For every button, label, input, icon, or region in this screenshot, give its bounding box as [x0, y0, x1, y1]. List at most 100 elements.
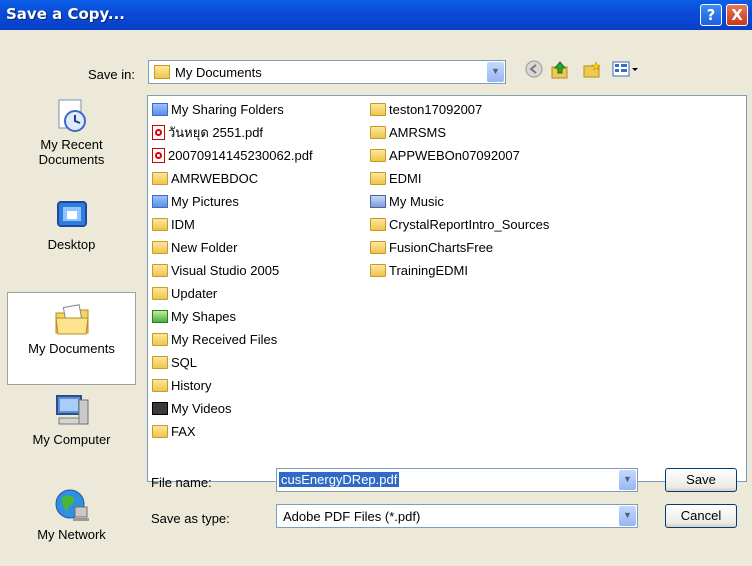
folder-icon — [152, 425, 168, 439]
file-list-item[interactable]: TrainingEDMI — [370, 261, 468, 281]
place-my-network[interactable]: My Network — [7, 487, 136, 562]
save-as-type-value: Adobe PDF Files (*.pdf) — [283, 509, 421, 524]
place-label: Desktop — [47, 237, 96, 252]
place-label: My Recent Documents — [38, 137, 105, 167]
folder-icon — [152, 287, 168, 301]
place-my-computer[interactable]: My Computer — [7, 392, 136, 472]
file-list-item[interactable]: New Folder — [152, 238, 237, 258]
file-name-text: AMRWEBDOC — [171, 171, 259, 186]
file-list-item[interactable]: teston17092007 — [370, 100, 482, 120]
file-list[interactable]: My Sharing Folders วันหยุด 2551.pdf 200709… — [147, 95, 747, 482]
new-folder-icon[interactable] — [582, 60, 602, 80]
title-bar[interactable]: Save a Copy... ? X — [0, 0, 752, 30]
file-list-item[interactable]: My Videos — [152, 399, 231, 419]
place-label: My Documents — [28, 341, 115, 356]
file-name-text: teston17092007 — [389, 102, 483, 117]
file-name-text: My Pictures — [171, 194, 239, 209]
special-folder-icon — [152, 310, 168, 324]
folder-icon — [370, 264, 386, 278]
my-documents-icon — [53, 301, 91, 339]
file-list-item[interactable]: IDM — [152, 215, 195, 235]
folder-icon — [370, 149, 386, 163]
file-list-item[interactable]: Visual Studio 2005 — [152, 261, 279, 281]
file-list-item[interactable]: My Pictures — [152, 192, 239, 212]
file-name-text: TrainingEDMI — [389, 263, 468, 278]
file-list-item[interactable]: AMRWEBDOC — [152, 169, 258, 189]
folder-icon — [152, 333, 168, 347]
chevron-down-icon[interactable]: ▼ — [487, 62, 504, 82]
file-list-item[interactable]: History — [152, 376, 211, 396]
save-in-label: Save in: — [88, 67, 135, 82]
file-name-text: My Music — [389, 194, 444, 209]
file-name-text: AMRSMS — [389, 125, 447, 140]
file-name-text: APPWEBOn07092007 — [389, 148, 520, 163]
file-list-item[interactable]: EDMI — [370, 169, 422, 189]
recent-documents-icon — [53, 97, 91, 135]
file-name-label: File name: — [151, 475, 212, 490]
save-as-type-dropdown[interactable]: Adobe PDF Files (*.pdf) ▼ — [276, 504, 638, 528]
close-button[interactable]: X — [726, 4, 748, 26]
file-name-text: SQL — [171, 355, 198, 370]
file-list-item[interactable]: CrystalReportIntro_Sources — [370, 215, 549, 235]
folder-icon — [152, 379, 168, 393]
place-label: My Network — [37, 527, 106, 542]
file-name-value: cusEnergyDRep.pdf — [279, 472, 400, 487]
file-name-text: 20070914145230062.pdf — [168, 148, 313, 163]
special-folder-icon — [152, 402, 168, 416]
up-folder-icon[interactable] — [550, 60, 570, 80]
special-folder-icon — [370, 195, 386, 209]
file-name-text: My Sharing Folders — [171, 102, 284, 117]
place-desktop[interactable]: Desktop — [7, 197, 136, 277]
file-name-field[interactable]: cusEnergyDRep.pdf ▼ — [276, 468, 638, 492]
place-label: My Computer — [32, 432, 111, 447]
file-list-item[interactable]: FusionChartsFree — [370, 238, 493, 258]
file-name-text: FusionChartsFree — [389, 240, 494, 255]
my-network-icon — [53, 487, 91, 525]
file-list-item[interactable]: AMRSMS — [370, 123, 446, 143]
file-list-item[interactable]: My Received Files — [152, 330, 277, 350]
save-button[interactable]: Save — [665, 468, 737, 492]
folder-icon — [152, 172, 168, 186]
file-name-text: Updater — [171, 286, 218, 301]
desktop-icon — [53, 197, 91, 235]
chevron-down-icon[interactable]: ▼ — [619, 470, 636, 490]
folder-icon — [370, 241, 386, 255]
place-my-documents[interactable]: My Documents — [7, 292, 136, 385]
file-name-text: CrystalReportIntro_Sources — [389, 217, 550, 232]
file-name-text: History — [171, 378, 212, 393]
file-name-text: IDM — [171, 217, 195, 232]
cancel-button[interactable]: Cancel — [665, 504, 737, 528]
folder-icon — [370, 103, 386, 117]
folder-icon — [152, 218, 168, 232]
file-list-item[interactable]: SQL — [152, 353, 197, 373]
file-list-item[interactable]: My Shapes — [152, 307, 236, 327]
back-icon[interactable] — [524, 60, 544, 80]
places-bar: My Recent Documents Desktop My Documents… — [7, 87, 136, 562]
views-menu-icon[interactable] — [612, 60, 640, 80]
file-list-item[interactable]: APPWEBOn07092007 — [370, 146, 520, 166]
file-name-text: FAX — [171, 424, 196, 439]
file-list-item[interactable]: My Sharing Folders — [152, 100, 284, 120]
place-my-recent-documents[interactable]: My Recent Documents — [7, 97, 136, 187]
file-list-item[interactable]: FAX — [152, 422, 196, 442]
file-name-text: EDMI — [389, 171, 422, 186]
my-documents-small-icon — [154, 65, 170, 79]
folder-icon — [370, 126, 386, 140]
file-name-text: My Received Files — [171, 332, 278, 347]
window-title: Save a Copy... — [6, 5, 125, 23]
folder-icon — [370, 172, 386, 186]
file-list-item[interactable]: วันหยุด 2551.pdf — [152, 123, 263, 143]
file-name-text: My Shapes — [171, 309, 237, 324]
folder-icon — [152, 241, 168, 255]
file-list-item[interactable]: My Music — [370, 192, 444, 212]
special-folder-icon — [152, 195, 168, 209]
help-button[interactable]: ? — [700, 4, 722, 26]
file-name-text: Visual Studio 2005 — [171, 263, 280, 278]
file-list-item[interactable]: Updater — [152, 284, 217, 304]
folder-icon — [152, 356, 168, 370]
save-in-dropdown[interactable]: My Documents ▼ — [148, 60, 506, 84]
chevron-down-icon[interactable]: ▼ — [619, 506, 636, 526]
file-list-item[interactable]: 20070914145230062.pdf — [152, 146, 313, 166]
my-computer-icon — [53, 392, 91, 430]
file-name-text: My Videos — [171, 401, 232, 416]
